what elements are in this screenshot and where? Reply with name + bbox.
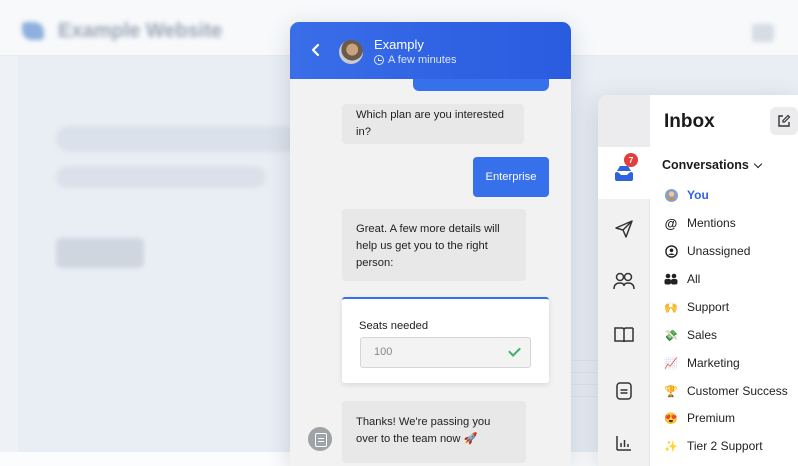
- inbox-item-label: Premium: [687, 411, 736, 425]
- at-icon: @: [664, 215, 678, 231]
- bot-message-text: Great. A few more details will help us g…: [356, 223, 500, 269]
- inbox-title: Inbox: [664, 111, 715, 132]
- trophy-icon: 🏆: [664, 385, 678, 398]
- site-logo: [22, 22, 44, 40]
- sparkles-icon: ✨: [664, 440, 678, 453]
- inbox-item-premium[interactable]: 😍 Premium: [664, 408, 735, 428]
- seats-form-card: Seats needed 100: [342, 297, 549, 383]
- inbox-item-tier-2-support[interactable]: ✨ Tier 2 Support: [664, 436, 763, 456]
- compose-button[interactable]: [770, 107, 798, 135]
- user-message-text: Enterprise: [485, 170, 537, 183]
- chevron-down-icon: [753, 159, 763, 168]
- paper-plane-icon: [615, 220, 633, 238]
- notification-badge: 7: [624, 153, 638, 167]
- check-icon: [508, 344, 521, 357]
- inbox-item-label: Support: [687, 300, 730, 314]
- site-text-placeholder: [56, 166, 266, 188]
- inbox-item-label: Tier 2 Support: [687, 439, 763, 453]
- bot-message-text: Which plan are you interested in?: [356, 109, 505, 138]
- inbox-item-you[interactable]: You: [664, 185, 709, 205]
- rail-item-messages[interactable]: [598, 365, 650, 417]
- chat-header: Examply A few minutes: [290, 22, 571, 79]
- chevron-left-icon[interactable]: [304, 38, 328, 62]
- inbox-nav-rail: 7: [598, 95, 650, 466]
- rail-item-outbound[interactable]: [598, 203, 650, 255]
- rail-item-articles[interactable]: [598, 309, 650, 361]
- inbox-item-label: Marketing: [687, 356, 740, 370]
- agent-name: Examply: [374, 37, 424, 52]
- site-cta-placeholder[interactable]: [56, 238, 144, 268]
- bot-message-text: Thanks! We're passing you over to the te…: [356, 416, 491, 445]
- inbox-item-unassigned[interactable]: Unassigned: [664, 241, 750, 261]
- unassigned-icon: [664, 244, 678, 258]
- money-icon: 💸: [664, 329, 678, 342]
- compose-icon: [778, 114, 791, 127]
- inbox-item-sales[interactable]: 💸 Sales: [664, 325, 717, 345]
- bot-message: Thanks! We're passing you over to the te…: [342, 401, 526, 463]
- site-heading-placeholder: [56, 126, 306, 152]
- agent-avatar: [339, 40, 363, 64]
- user-message-bubble-clipped: [413, 79, 549, 91]
- rail-header: [598, 95, 650, 147]
- inbox-item-support[interactable]: 🙌 Support: [664, 297, 729, 317]
- contacts-icon: [613, 272, 635, 290]
- rail-item-reports[interactable]: [598, 417, 650, 466]
- inbox-item-label: You: [687, 188, 709, 202]
- rail-item-inbox[interactable]: [598, 147, 650, 199]
- group-icon: [664, 272, 678, 286]
- conversations-dropdown[interactable]: Conversations: [662, 158, 763, 172]
- agent-status-text: A few minutes: [388, 54, 457, 66]
- inbox-item-label: Mentions: [687, 216, 736, 230]
- seats-input-value: 100: [374, 346, 393, 358]
- inbox-item-marketing[interactable]: 📈 Marketing: [664, 353, 740, 373]
- site-title: Example Website: [58, 20, 223, 42]
- raised-hands-icon: 🙌: [664, 301, 678, 314]
- inbox-item-label: Customer Success: [687, 384, 788, 398]
- inbox-item-label: Sales: [687, 328, 718, 342]
- heart-eyes-icon: 😍: [664, 412, 678, 425]
- inbox-item-label: Unassigned: [687, 244, 751, 258]
- inbox-item-customer-success[interactable]: 🏆 Customer Success: [664, 381, 788, 401]
- message-icon: [616, 382, 632, 400]
- bot-message: Which plan are you interested in?: [342, 104, 524, 144]
- chart-up-icon: 📈: [664, 357, 678, 370]
- rail-item-contacts[interactable]: [598, 255, 650, 307]
- chat-widget: Examply A few minutes Which plan are you…: [290, 22, 571, 466]
- site-menu-icon[interactable]: [752, 24, 774, 42]
- agent-status: A few minutes: [374, 54, 456, 66]
- inbox-item-all[interactable]: All: [664, 269, 700, 289]
- book-icon: [614, 327, 634, 343]
- reports-icon: [616, 436, 631, 451]
- user-avatar-icon: [664, 188, 678, 202]
- seats-label: Seats needed: [359, 320, 429, 332]
- bot-message: Great. A few more details will help us g…: [342, 209, 526, 281]
- message-icon[interactable]: [308, 427, 332, 451]
- seats-input[interactable]: 100: [360, 337, 531, 368]
- clock-icon: [374, 55, 384, 65]
- inbox-item-mentions[interactable]: @ Mentions: [664, 213, 736, 233]
- conversations-label: Conversations: [662, 158, 749, 172]
- user-message: Enterprise: [473, 157, 549, 197]
- inbox-panel: 7 Inbox Conversations You @ Mentions Una…: [598, 95, 798, 466]
- inbox-item-label: All: [687, 272, 701, 286]
- chat-messages: Which plan are you interested in? Enterp…: [290, 79, 571, 466]
